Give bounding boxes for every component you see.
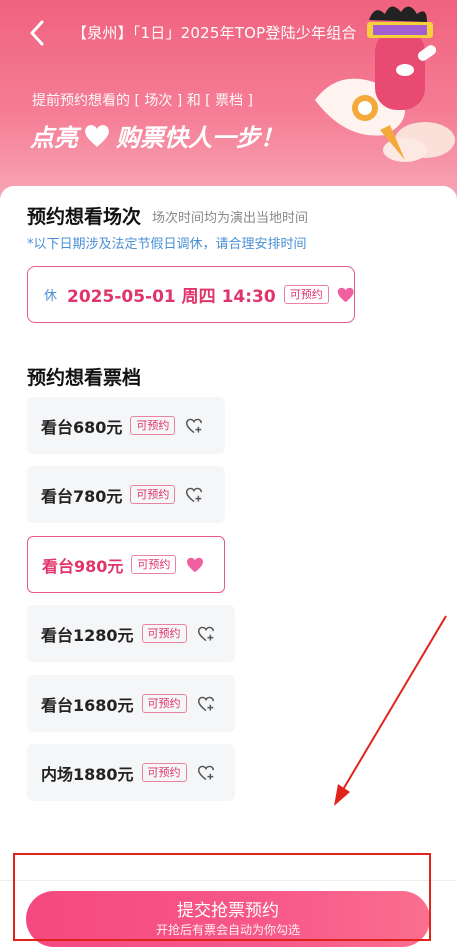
slogan-left: 点亮: [30, 124, 78, 152]
heart-plus-icon: [185, 418, 203, 434]
tier-option[interactable]: 看台1680元 可预约: [27, 675, 235, 732]
available-badge: 可预约: [141, 763, 187, 782]
session-option[interactable]: 休 2025-05-01 周四 14:30 可预约: [27, 266, 355, 323]
heart-plus-icon: [197, 626, 215, 642]
holiday-notice: *以下日期涉及法定节假日调休，请合理安排时间: [27, 237, 307, 252]
heart-filled-icon: [337, 287, 354, 302]
available-badge: 可预约: [130, 416, 176, 435]
hero-subtitle: 提前预约想看的 [ 场次 ] 和 [ 票档 ]: [32, 93, 253, 109]
tier-option[interactable]: 看台780元 可预约: [27, 466, 225, 523]
heart-filled-icon: [85, 124, 109, 147]
back-button[interactable]: [22, 18, 52, 48]
available-badge: 可预约: [141, 624, 187, 643]
tier-option[interactable]: 看台1280元 可预约: [27, 605, 235, 662]
heart-plus-icon: [185, 487, 203, 503]
available-badge: 可预约: [130, 485, 176, 504]
hero-banner: 【泉州】「1日」2025年TOP登陆少年组合 提前预约想看的 [ 场次 ] 和 …: [0, 0, 457, 205]
tier-label: 看台1280元: [41, 625, 134, 645]
session-section-title: 预约想看场次: [27, 206, 142, 228]
tier-label: 看台680元: [41, 417, 123, 437]
hero-slogan: 点亮 购票快人一步！: [30, 118, 284, 153]
tier-option-selected[interactable]: 看台980元 可预约: [27, 536, 225, 593]
tier-section-title: 预约想看票档: [27, 367, 142, 389]
tier-option[interactable]: 看台680元 可预约: [27, 397, 225, 454]
session-datetime: 2025-05-01 周四 14:30: [67, 287, 276, 307]
available-badge: 可预约: [131, 555, 177, 574]
tier-label: 看台780元: [41, 486, 123, 506]
tier-label: 看台1680元: [41, 695, 134, 715]
available-badge: 可预约: [141, 694, 187, 713]
available-badge: 可预约: [283, 285, 329, 304]
session-section-subtitle: 场次时间均为演出当地时间: [152, 211, 309, 226]
rest-day-tag: 休: [44, 289, 58, 304]
mascot-illustration: [315, 6, 455, 162]
tier-option[interactable]: 内场1880元 可预约: [27, 744, 235, 801]
annotation-arrow: [334, 615, 447, 806]
slogan-right: 购票快人一步！: [116, 124, 284, 152]
heart-plus-icon: [197, 696, 215, 712]
heart-plus-icon: [197, 765, 215, 781]
tier-label: 看台980元: [42, 556, 124, 576]
heart-filled-icon: [186, 557, 204, 573]
tier-label: 内场1880元: [41, 764, 134, 784]
annotation-highlight-box: [13, 853, 431, 941]
chevron-left-icon: [30, 20, 44, 46]
